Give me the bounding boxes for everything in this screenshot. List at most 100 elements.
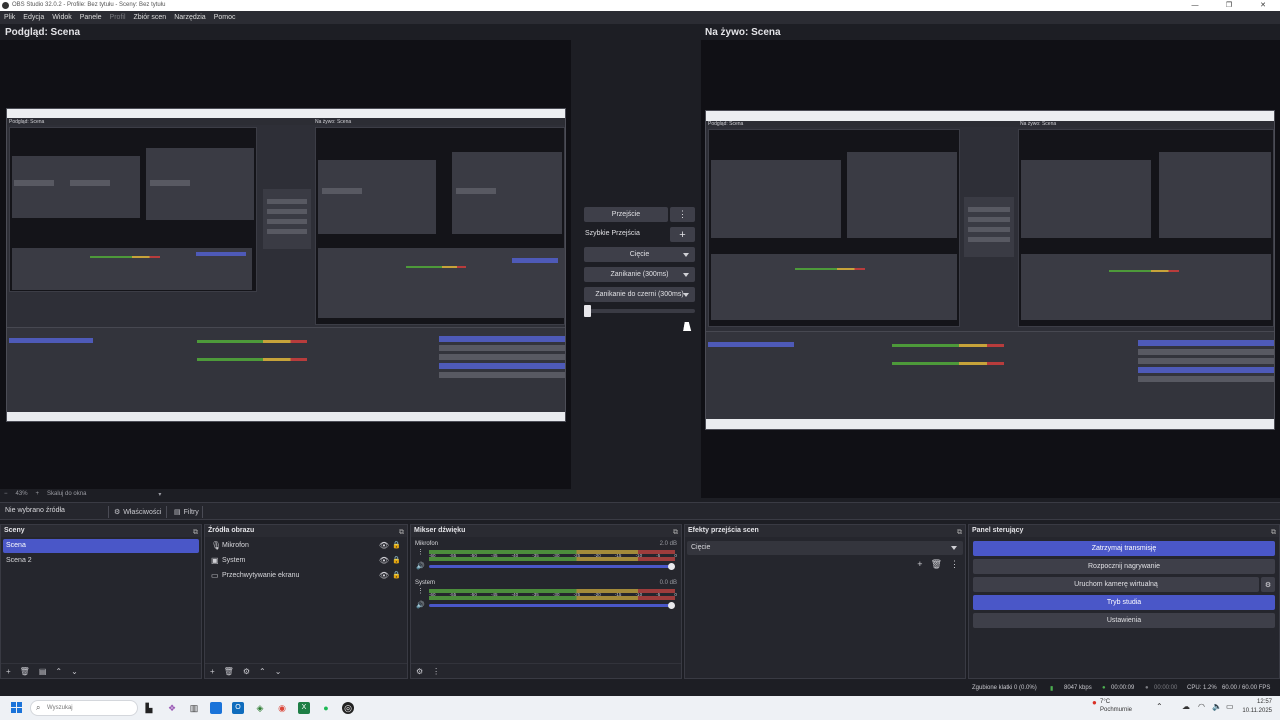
menu-docks[interactable]: Panele [80, 14, 102, 21]
taskbar-search[interactable]: ⌕ Wyszukaj [30, 700, 138, 716]
settings-button[interactable]: Ustawienia [973, 613, 1275, 628]
task-view-icon[interactable]: ▙ [143, 702, 155, 714]
scene-item[interactable]: Scena 2 [3, 554, 199, 568]
source-item[interactable]: 🎙 Mikrofon 👁 🔒 [209, 539, 403, 553]
menu-view[interactable]: Widok [52, 14, 71, 21]
move-down-icon[interactable]: ⌄ [275, 667, 282, 676]
dock-menu-icon[interactable]: ⧉ [399, 527, 404, 539]
menu-file[interactable]: Plik [4, 14, 15, 21]
mini-transition-btn [968, 207, 1010, 212]
dock-menu-icon[interactable]: ⧉ [1271, 527, 1276, 539]
zoom-in-button[interactable]: + [36, 491, 40, 497]
chrome-icon[interactable]: ◉ [276, 702, 288, 714]
dock-menu-icon[interactable]: ⧉ [673, 527, 678, 539]
transition-menu-icon[interactable]: ⋮ [950, 559, 959, 570]
filter-icon[interactable]: ▤ [39, 667, 47, 676]
source-item[interactable]: ▣ System 👁 🔒 [209, 554, 403, 568]
volume-slider[interactable] [429, 604, 671, 607]
speaker-icon[interactable]: 🔊 [416, 562, 425, 570]
fit-chevron-down-icon[interactable]: ▾ [158, 491, 161, 498]
minimize-button[interactable]: — [1178, 0, 1212, 11]
volume-slider[interactable] [429, 565, 671, 568]
menu-help[interactable]: Pomoc [214, 14, 236, 21]
delete-source-icon[interactable]: 🗑 [224, 667, 234, 676]
mixer-channel-menu-icon[interactable]: ⋮ [417, 549, 424, 556]
delete-transition-icon[interactable]: 🗑 [931, 559, 942, 570]
zoom-out-button[interactable]: − [4, 491, 8, 497]
transition-button[interactable]: Przejście [584, 207, 668, 222]
delete-scene-icon[interactable]: 🗑 [20, 667, 30, 676]
visibility-eye-icon[interactable]: 👁 [379, 554, 389, 568]
dock-menu-icon[interactable]: ⧉ [957, 527, 962, 539]
menu-scene-collection[interactable]: Zbiór scen [134, 14, 167, 21]
transition-select[interactable]: Cięcie [687, 541, 963, 555]
quick-transition-fade-label: Zanikanie (300ms) [610, 271, 669, 278]
wifi-icon[interactable]: ◠ [1198, 702, 1205, 711]
close-button[interactable]: ✕ [1246, 0, 1280, 11]
source-settings-gear-icon[interactable]: ⚙ [243, 667, 250, 676]
mini-nested-bar [322, 188, 362, 194]
scene-transitions-header: Efekty przejścia scen ⧉ [685, 525, 965, 537]
add-scene-icon[interactable]: + [6, 667, 11, 676]
move-down-icon[interactable]: ⌄ [71, 667, 78, 676]
visibility-eye-icon[interactable]: 👁 [379, 539, 389, 553]
dock-menu-icon[interactable]: ⧉ [193, 527, 198, 539]
record-status-icon: ● [1145, 685, 1149, 691]
file-manager-icon[interactable]: ▥ [188, 702, 200, 714]
add-source-icon[interactable]: + [210, 667, 215, 676]
mixer-menu-icon[interactable]: ⋮ [432, 667, 440, 676]
lock-icon[interactable]: 🔒 [392, 569, 401, 583]
volume-icon[interactable]: 🔈 [1212, 702, 1222, 711]
outlook-icon[interactable]: O [232, 702, 244, 714]
start-virtual-camera-button[interactable]: Uruchom kamerę wirtualną [973, 577, 1259, 592]
quick-transition-fade[interactable]: Zanikanie (300ms) [584, 267, 695, 282]
mini-preview-label: Podgląd: Scena [9, 119, 45, 125]
quick-transition-fade-to-black[interactable]: Zanikanie do czerni (300ms) [584, 287, 695, 302]
transition-menu-button[interactable]: ⋮ [670, 207, 695, 222]
scene-item[interactable]: Scena [3, 539, 199, 553]
preview-canvas[interactable]: Podgląd: Scena Na żywo: Scena [0, 40, 571, 489]
tray-chevron-up-icon[interactable]: ⌃ [1156, 702, 1163, 711]
start-recording-button[interactable]: Rozpocznij nagrywanie [973, 559, 1275, 574]
t-bar-handle[interactable] [584, 305, 591, 317]
source-item-label: Przechwytywanie ekranu [222, 572, 300, 579]
mini-program-label: Na żywo: Scena [1020, 121, 1057, 127]
move-up-icon[interactable]: ⌃ [259, 667, 266, 676]
weather-alert-icon[interactable]: ● [1092, 698, 1097, 707]
filters-button[interactable]: ▤ Filtry [174, 506, 199, 518]
menu-profile[interactable]: Profil [110, 14, 126, 21]
obs-taskbar-icon[interactable]: ◎ [342, 702, 354, 714]
copilot-icon[interactable]: ❖ [166, 702, 178, 714]
speaker-icon[interactable]: 🔊 [416, 601, 425, 609]
fit-to-window-select[interactable]: Skaluj do okna [47, 491, 86, 497]
lock-icon[interactable]: 🔒 [392, 539, 401, 553]
mini-nested-bar [14, 180, 54, 186]
mixer-channel-menu-icon[interactable]: ⋮ [417, 588, 424, 595]
lock-icon[interactable]: 🔒 [392, 554, 401, 568]
excel-icon[interactable]: X [298, 702, 310, 714]
t-bar-track[interactable] [585, 309, 695, 313]
microphone-icon: 🎙 [211, 541, 222, 550]
add-transition-icon[interactable]: + [917, 559, 922, 570]
network-icon[interactable]: ☁ [1182, 702, 1190, 711]
menu-edit[interactable]: Edycja [23, 14, 44, 21]
volume-slider-handle[interactable] [668, 602, 675, 609]
source-item[interactable]: ▭ Przechwytywanie ekranu 👁 🔒 [209, 569, 403, 583]
properties-button[interactable]: ⚙ Właściwości [114, 506, 161, 518]
add-quick-transition-button[interactable]: + [670, 227, 695, 242]
maximize-button[interactable]: ❐ [1212, 0, 1246, 11]
volume-slider-handle[interactable] [668, 563, 675, 570]
battery-icon[interactable]: ▭ [1226, 702, 1234, 711]
menu-tools[interactable]: Narzędzia [174, 14, 206, 21]
visibility-eye-icon[interactable]: 👁 [379, 569, 389, 583]
studio-mode-button[interactable]: Tryb studia [973, 595, 1275, 610]
windows-start-icon[interactable] [11, 702, 23, 714]
move-up-icon[interactable]: ⌃ [55, 667, 62, 676]
virtual-camera-gear-icon[interactable]: ⚙ [1261, 577, 1275, 592]
quick-transition-cut[interactable]: Cięcie [584, 247, 695, 262]
stop-streaming-button[interactable]: Zatrzymaj transmisję [973, 541, 1275, 556]
spotify-icon[interactable]: ● [320, 702, 332, 714]
store-icon[interactable] [210, 702, 222, 714]
app-icon[interactable]: ◈ [254, 702, 266, 714]
advanced-audio-gear-icon[interactable]: ⚙ [416, 667, 423, 676]
